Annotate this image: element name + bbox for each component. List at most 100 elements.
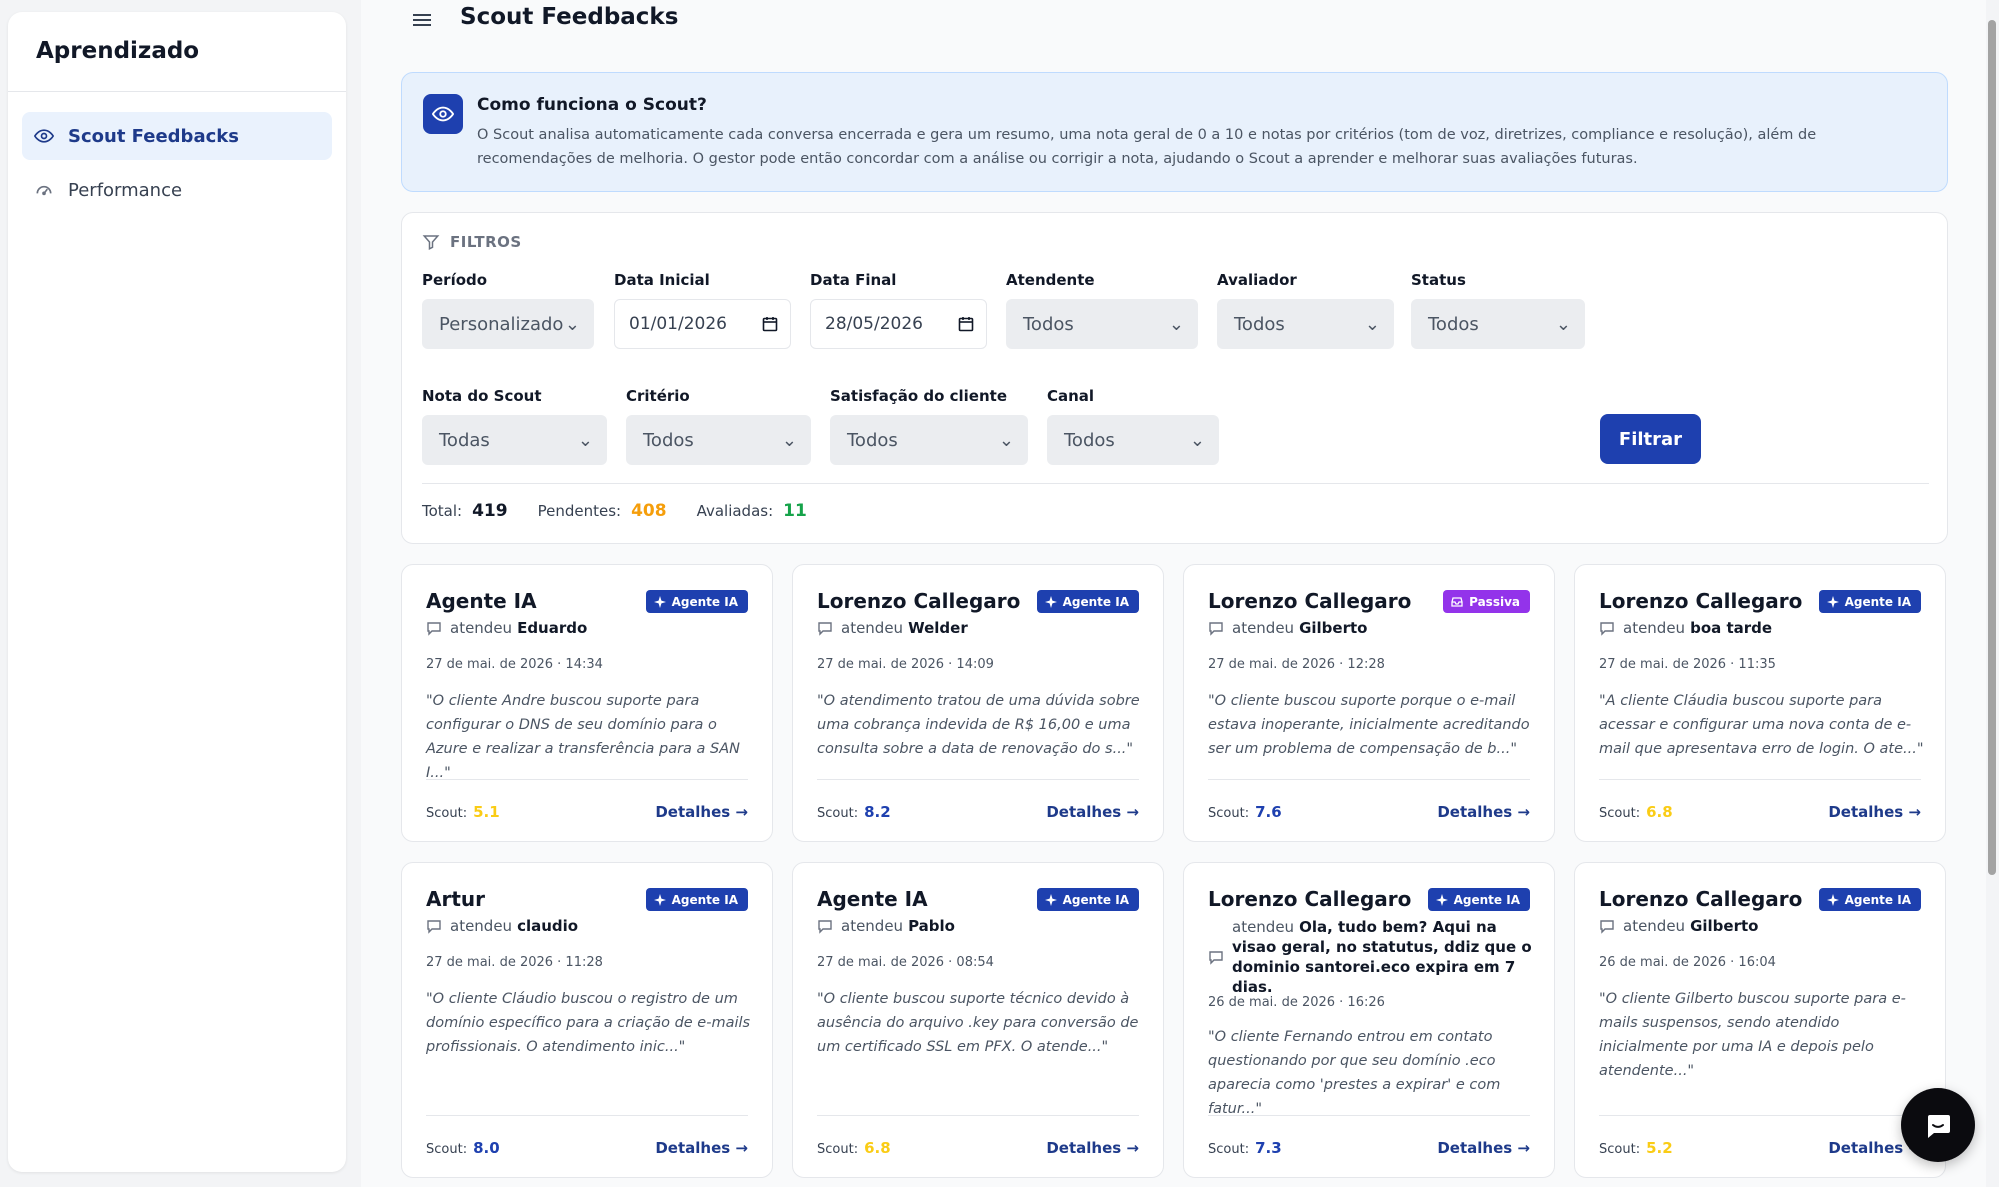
card-date: 27 de mai. de 2026 · 11:35 bbox=[1599, 657, 1776, 672]
calendar-icon[interactable] bbox=[958, 316, 974, 332]
details-link[interactable]: Detalhes → bbox=[655, 803, 748, 821]
customer-name: Gilberto bbox=[1690, 917, 1759, 935]
feedback-card[interactable]: Lorenzo Callegaro Agente IA atendeu Welde… bbox=[792, 564, 1164, 842]
score-value: 6.8 bbox=[1646, 803, 1673, 821]
feedback-card[interactable]: Artur Agente IA atendeu claudio 27 de mai… bbox=[401, 862, 773, 1178]
agent-name: Agente IA bbox=[426, 589, 537, 613]
data-final-input[interactable]: 28/05/2026 bbox=[810, 299, 987, 349]
details-link[interactable]: Detalhes → bbox=[1828, 803, 1921, 821]
feedback-card[interactable]: Lorenzo Callegaro Passiva atendeu Gilbert… bbox=[1183, 564, 1555, 842]
attended-prefix: atendeu bbox=[841, 619, 904, 637]
customer-name: claudio bbox=[517, 917, 579, 935]
details-link[interactable]: Detalhes → bbox=[1046, 1139, 1139, 1157]
sparkle-icon bbox=[1826, 595, 1839, 608]
gauge-icon bbox=[36, 185, 52, 196]
score-value: 6.8 bbox=[864, 1139, 891, 1157]
field-status: Status Todos ⌄ bbox=[1411, 271, 1585, 349]
scout-score: Scout: 8.2 bbox=[817, 803, 891, 821]
sparkle-icon bbox=[1044, 893, 1057, 906]
attended-prefix: atendeu bbox=[1232, 619, 1295, 637]
chat-icon bbox=[1209, 622, 1223, 636]
chevron-down-icon: ⌄ bbox=[781, 429, 797, 451]
scout-score: Scout: 7.6 bbox=[1208, 803, 1282, 821]
avaliador-value: Todos bbox=[1234, 313, 1285, 335]
card-footer: Scout: 6.8 Detalhes → bbox=[1599, 779, 1921, 821]
agent-type-badge: Passiva bbox=[1443, 590, 1530, 613]
atendente-select[interactable]: Todos ⌄ bbox=[1006, 299, 1198, 349]
sparkle-icon bbox=[1435, 893, 1448, 906]
chevron-down-icon: ⌄ bbox=[998, 429, 1014, 451]
canal-select[interactable]: Todos ⌄ bbox=[1047, 415, 1219, 465]
status-value: Todos bbox=[1428, 313, 1479, 335]
badge-label: Agente IA bbox=[671, 594, 738, 609]
scout-score: Scout: 6.8 bbox=[1599, 803, 1673, 821]
sidebar-item-scout-feedbacks[interactable]: Scout Feedbacks bbox=[22, 112, 332, 160]
criterio-select[interactable]: Todos ⌄ bbox=[626, 415, 811, 465]
avaliador-select[interactable]: Todos ⌄ bbox=[1217, 299, 1394, 349]
card-summary: "O cliente Cláudio buscou o registro de … bbox=[426, 991, 751, 1055]
badge-label: Agente IA bbox=[1453, 892, 1520, 907]
score-label: Scout: bbox=[1208, 1142, 1250, 1157]
details-link[interactable]: Detalhes → bbox=[1437, 1139, 1530, 1157]
agent-type-badge: Agente IA bbox=[1036, 590, 1139, 613]
data-inicial-input[interactable]: 01/01/2026 bbox=[614, 299, 791, 349]
score-label: Scout: bbox=[817, 806, 859, 821]
scrollbar[interactable] bbox=[1988, 20, 1996, 875]
customer-name: Welder bbox=[908, 619, 968, 637]
field-avaliador: Avaliador Todos ⌄ bbox=[1217, 271, 1394, 349]
score-value: 7.3 bbox=[1255, 1139, 1282, 1157]
satisfacao-select[interactable]: Todos ⌄ bbox=[830, 415, 1028, 465]
feedback-card[interactable]: Agente IA Agente IA atendeu Eduardo 27 de… bbox=[401, 564, 773, 842]
sparkle-icon bbox=[653, 595, 666, 608]
card-date: 26 de mai. de 2026 · 16:26 bbox=[1208, 995, 1385, 1010]
chat-icon bbox=[1600, 920, 1614, 934]
feedback-card[interactable]: Lorenzo Callegaro Agente IA atendeu boa t… bbox=[1574, 564, 1946, 842]
nota-value: Todas bbox=[439, 429, 490, 451]
agent-type-badge: Agente IA bbox=[1818, 590, 1921, 613]
badge-label: Agente IA bbox=[1844, 892, 1911, 907]
main-content: Scout Feedbacks Como funciona o Scout? O… bbox=[361, 0, 1986, 1187]
score-label: Scout: bbox=[426, 1142, 468, 1157]
chat-launcher-button[interactable] bbox=[1901, 1088, 1975, 1162]
agent-name: Lorenzo Callegaro bbox=[1208, 887, 1412, 911]
sidebar-item-performance[interactable]: Performance bbox=[22, 166, 332, 214]
calendar-icon[interactable] bbox=[762, 316, 778, 332]
details-link[interactable]: Detalhes → bbox=[1437, 803, 1530, 821]
canal-label: Canal bbox=[1047, 387, 1095, 405]
attended-prefix: atendeu bbox=[841, 917, 904, 935]
details-link[interactable]: Detalhes → bbox=[655, 1139, 748, 1157]
info-eye-icon bbox=[423, 94, 463, 134]
field-satisfacao: Satisfação do cliente Todos ⌄ bbox=[830, 387, 1028, 465]
agent-name: Agente IA bbox=[817, 887, 928, 911]
pendentes-label: Pendentes: bbox=[537, 502, 622, 520]
agent-type-badge: Agente IA bbox=[645, 590, 748, 613]
card-summary: "O cliente buscou suporte técnico devido… bbox=[817, 991, 1139, 1055]
chat-icon bbox=[818, 920, 832, 934]
feedback-card[interactable]: Lorenzo Callegaro Agente IA atendeu Gilbe… bbox=[1574, 862, 1946, 1178]
status-select[interactable]: Todos ⌄ bbox=[1411, 299, 1585, 349]
field-nota: Nota do Scout Todas ⌄ bbox=[422, 387, 607, 465]
filter-button[interactable]: Filtrar bbox=[1600, 414, 1701, 464]
card-footer: Scout: 7.6 Detalhes → bbox=[1208, 779, 1530, 821]
details-link[interactable]: Detalhes → bbox=[1046, 803, 1139, 821]
criterio-value: Todos bbox=[643, 429, 694, 451]
menu-icon[interactable] bbox=[411, 10, 433, 30]
card-summary: "A cliente Cláudia buscou suporte para a… bbox=[1599, 693, 1924, 757]
feedback-card[interactable]: Agente IA Agente IA atendeu Pablo 27 de m… bbox=[792, 862, 1164, 1178]
score-label: Scout: bbox=[817, 1142, 859, 1157]
chevron-down-icon: ⌄ bbox=[1168, 313, 1184, 335]
chevron-down-icon: ⌄ bbox=[1364, 313, 1380, 335]
card-date: 27 de mai. de 2026 · 12:28 bbox=[1208, 657, 1385, 672]
periodo-select[interactable]: Personalizado ⌄ bbox=[422, 299, 594, 349]
scout-score: Scout: 8.0 bbox=[426, 1139, 500, 1157]
sidebar-nav: Scout Feedbacks Performance bbox=[8, 92, 346, 240]
feedback-card[interactable]: Lorenzo Callegaro Agente IA atendeu Ola, … bbox=[1183, 862, 1555, 1178]
nota-select[interactable]: Todas ⌄ bbox=[422, 415, 607, 465]
customer-name: Gilberto bbox=[1299, 619, 1368, 637]
agent-name: Lorenzo Callegaro bbox=[1599, 589, 1803, 613]
score-label: Scout: bbox=[426, 806, 468, 821]
score-label: Scout: bbox=[1599, 1142, 1641, 1157]
field-periodo: Período Personalizado ⌄ bbox=[422, 271, 594, 349]
filters-heading-label: FILTROS bbox=[450, 233, 522, 251]
card-summary: "O cliente buscou suporte porque o e-mai… bbox=[1208, 693, 1530, 757]
